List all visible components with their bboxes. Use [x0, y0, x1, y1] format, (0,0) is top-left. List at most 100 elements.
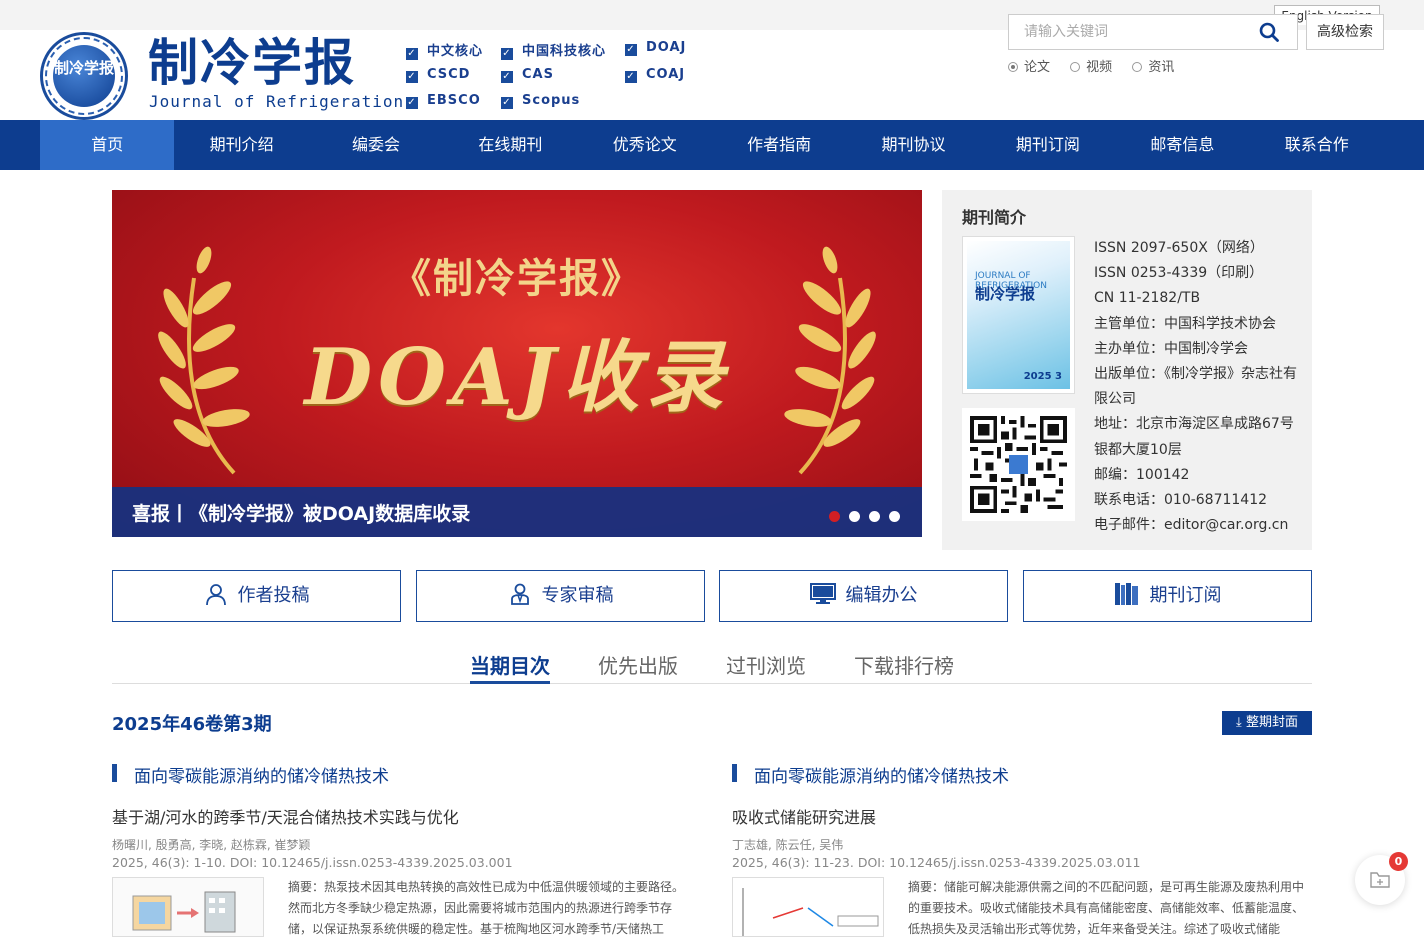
user-icon	[205, 584, 226, 606]
article-citation: 2025, 46(3): 11-23. DOI: 10.12465/j.issn…	[732, 855, 1141, 870]
tab-archive[interactable]: 过刊浏览	[726, 650, 806, 679]
carousel-dot[interactable]	[829, 511, 840, 522]
index-badge: ✓ 中国科技核心	[501, 44, 607, 60]
check-icon: ✓	[625, 71, 637, 83]
issue-title: 2025年46卷第3期	[112, 714, 272, 735]
issue-cover-download-button[interactable]: ⤓ 整期封面	[1222, 711, 1312, 735]
diagram-thumbnail-icon	[132, 891, 236, 933]
main-nav: 首页 期刊介绍 编委会 在线期刊 优秀论文 作者指南 期刊协议 期刊订阅 邮寄信…	[0, 120, 1424, 170]
content-tabs: 当期目次 优先出版 过刊浏览 下载排行榜	[112, 648, 1312, 684]
search-option-paper[interactable]: 论文	[1008, 60, 1050, 75]
banner-headline: 《制冷学报》	[391, 255, 643, 302]
intro-line: 主管单位：中国科学技术协会	[1094, 315, 1276, 332]
carousel-dot[interactable]	[889, 511, 900, 522]
check-icon: ✓	[501, 71, 513, 83]
nav-item-online-journal[interactable]: 在线期刊	[443, 120, 577, 170]
qr-code-icon	[962, 408, 1075, 521]
check-icon: ✓	[406, 71, 418, 83]
check-icon: ✓	[406, 97, 418, 109]
intro-heading: 期刊简介	[962, 208, 1027, 227]
tab-online-first[interactable]: 优先出版	[598, 650, 678, 679]
article-thumbnail[interactable]	[732, 877, 884, 937]
radio-icon	[1070, 62, 1081, 72]
author-submission-button[interactable]: 作者投稿	[112, 570, 401, 622]
journal-title-cn: 制冷学报	[148, 34, 356, 92]
journal-subscription-button[interactable]: 期刊订阅	[1023, 570, 1312, 622]
search-type-options: 论文 视频 资讯	[1008, 56, 1190, 75]
article-abstract: 摘要：储能可解决能源供需之间的不匹配问题，是可再生能源及废热利用中的重要技术。吸…	[908, 880, 1305, 936]
expert-review-button[interactable]: 专家审稿	[416, 570, 705, 622]
intro-line: 邮编：100142	[1094, 466, 1190, 483]
intro-line[interactable]: 电子邮件：editor@car.org.cn	[1094, 513, 1304, 538]
nav-item-author-guide[interactable]: 作者指南	[712, 120, 846, 170]
index-badge: ✓ 中文核心	[406, 44, 484, 60]
section-heading: 面向零碳能源消纳的储冷储热技术	[112, 762, 389, 787]
reviewer-icon	[510, 583, 529, 605]
intro-line: 联系电话：010-68711412	[1094, 492, 1268, 509]
notification-badge: 0	[1389, 852, 1408, 871]
chart-thumbnail-icon	[742, 888, 879, 936]
search-icon[interactable]	[1259, 22, 1279, 42]
nav-item-agreement[interactable]: 期刊协议	[846, 120, 980, 170]
article-title[interactable]: 吸收式储能研究进展	[732, 804, 876, 828]
nav-item-mailing[interactable]: 邮寄信息	[1115, 120, 1249, 170]
nav-item-about[interactable]: 期刊介绍	[174, 120, 308, 170]
download-icon: ⤓	[1236, 715, 1246, 730]
banner-caption-bar: 喜报丨《制冷学报》被DOAJ数据库收录	[112, 487, 922, 537]
search-box	[1008, 14, 1298, 50]
journal-logo[interactable]: 制冷学报	[40, 32, 128, 120]
article-title[interactable]: 基于湖/河水的跨季节/天混合储热技术实践与优化	[112, 804, 459, 828]
banner-caption[interactable]: 喜报丨《制冷学报》被DOAJ数据库收录	[132, 499, 470, 526]
index-badge: ✓ EBSCO	[406, 93, 481, 109]
article-thumbnail[interactable]	[112, 877, 264, 937]
books-icon	[1114, 583, 1138, 605]
section-heading: 面向零碳能源消纳的储冷储热技术	[732, 762, 1009, 787]
check-icon: ✓	[625, 44, 637, 56]
search-option-video[interactable]: 视频	[1070, 60, 1112, 75]
search-input[interactable]	[1009, 15, 1249, 49]
cover-title-cn: 制冷学报	[975, 285, 1036, 303]
index-badge: ✓ CAS	[501, 67, 554, 83]
journal-title-en: Journal of Refrigeration	[149, 92, 405, 111]
radio-selected-icon	[1008, 62, 1018, 72]
editor-office-button[interactable]: 编辑办公	[719, 570, 1008, 622]
cover-art: JOURNAL OF REFRIGERATION 制冷学报 2025 3	[967, 241, 1070, 389]
intro-line: 地址：北京市海淀区阜成路67号银都大厦10层	[1094, 416, 1294, 458]
advanced-search-button[interactable]: 高级检索	[1306, 14, 1384, 50]
check-icon: ✓	[406, 48, 418, 60]
cover-issue: 2025 3	[1023, 371, 1062, 382]
journal-cover-image[interactable]: JOURNAL OF REFRIGERATION 制冷学报 2025 3	[962, 236, 1075, 394]
banner-carousel[interactable]: 《制冷学报》 DOAJ收录 喜报丨《制冷学报》被DOAJ数据库收录	[112, 190, 922, 537]
intro-line: 主办单位：中国制冷学会	[1094, 340, 1248, 357]
tab-download-ranking[interactable]: 下载排行榜	[854, 650, 954, 679]
nav-item-home[interactable]: 首页	[40, 120, 175, 170]
radio-icon	[1132, 62, 1143, 72]
nav-item-excellent-papers[interactable]: 优秀论文	[578, 120, 712, 170]
index-badge: ✓ DOAJ	[625, 40, 687, 56]
search-option-news[interactable]: 资讯	[1132, 60, 1174, 75]
check-icon: ✓	[501, 48, 513, 60]
banner-subheadline: DOAJ收录	[304, 332, 730, 423]
logo-text: 制冷学报	[53, 45, 115, 107]
nav-item-contact[interactable]: 联系合作	[1250, 120, 1384, 170]
nav-item-subscription[interactable]: 期刊订阅	[981, 120, 1115, 170]
intro-line: 出版单位：《制冷学报》杂志社有限公司	[1094, 366, 1297, 408]
article-citation: 2025, 46(3): 1-10. DOI: 10.12465/j.issn.…	[112, 855, 513, 870]
nav-item-editorial-board[interactable]: 编委会	[309, 120, 443, 170]
monitor-icon	[809, 583, 836, 604]
tab-current-issue[interactable]: 当期目次	[470, 650, 550, 679]
article-authors: 杨曙川, 殷勇高, 李晓, 赵栋霖, 崔梦颖	[112, 838, 311, 852]
carousel-dot[interactable]	[849, 511, 860, 522]
active-tab-indicator	[470, 681, 550, 684]
intro-line: CN 11-2182/TB	[1094, 290, 1201, 307]
index-badge: ✓ CSCD	[406, 67, 471, 83]
article-abstract: 摘要：热泵技术因其电热转换的高效性已成为中低温供暖领域的主要路径。然而北方冬季缺…	[288, 880, 685, 936]
article-authors: 丁志雄, 陈云任, 吴伟	[732, 838, 844, 852]
journal-intro-panel: 期刊简介 JOURNAL OF REFRIGERATION 制冷学报 2025 …	[942, 190, 1312, 550]
index-badge: ✓ COAJ	[625, 67, 686, 83]
check-icon: ✓	[501, 97, 513, 109]
intro-details: ISSN 2097-650X（网络） ISSN 0253-4339（印刷） CN…	[1094, 236, 1304, 538]
intro-line: ISSN 2097-650X（网络）	[1094, 240, 1264, 256]
intro-line: ISSN 0253-4339（印刷）	[1094, 265, 1264, 282]
carousel-dot[interactable]	[869, 511, 880, 522]
